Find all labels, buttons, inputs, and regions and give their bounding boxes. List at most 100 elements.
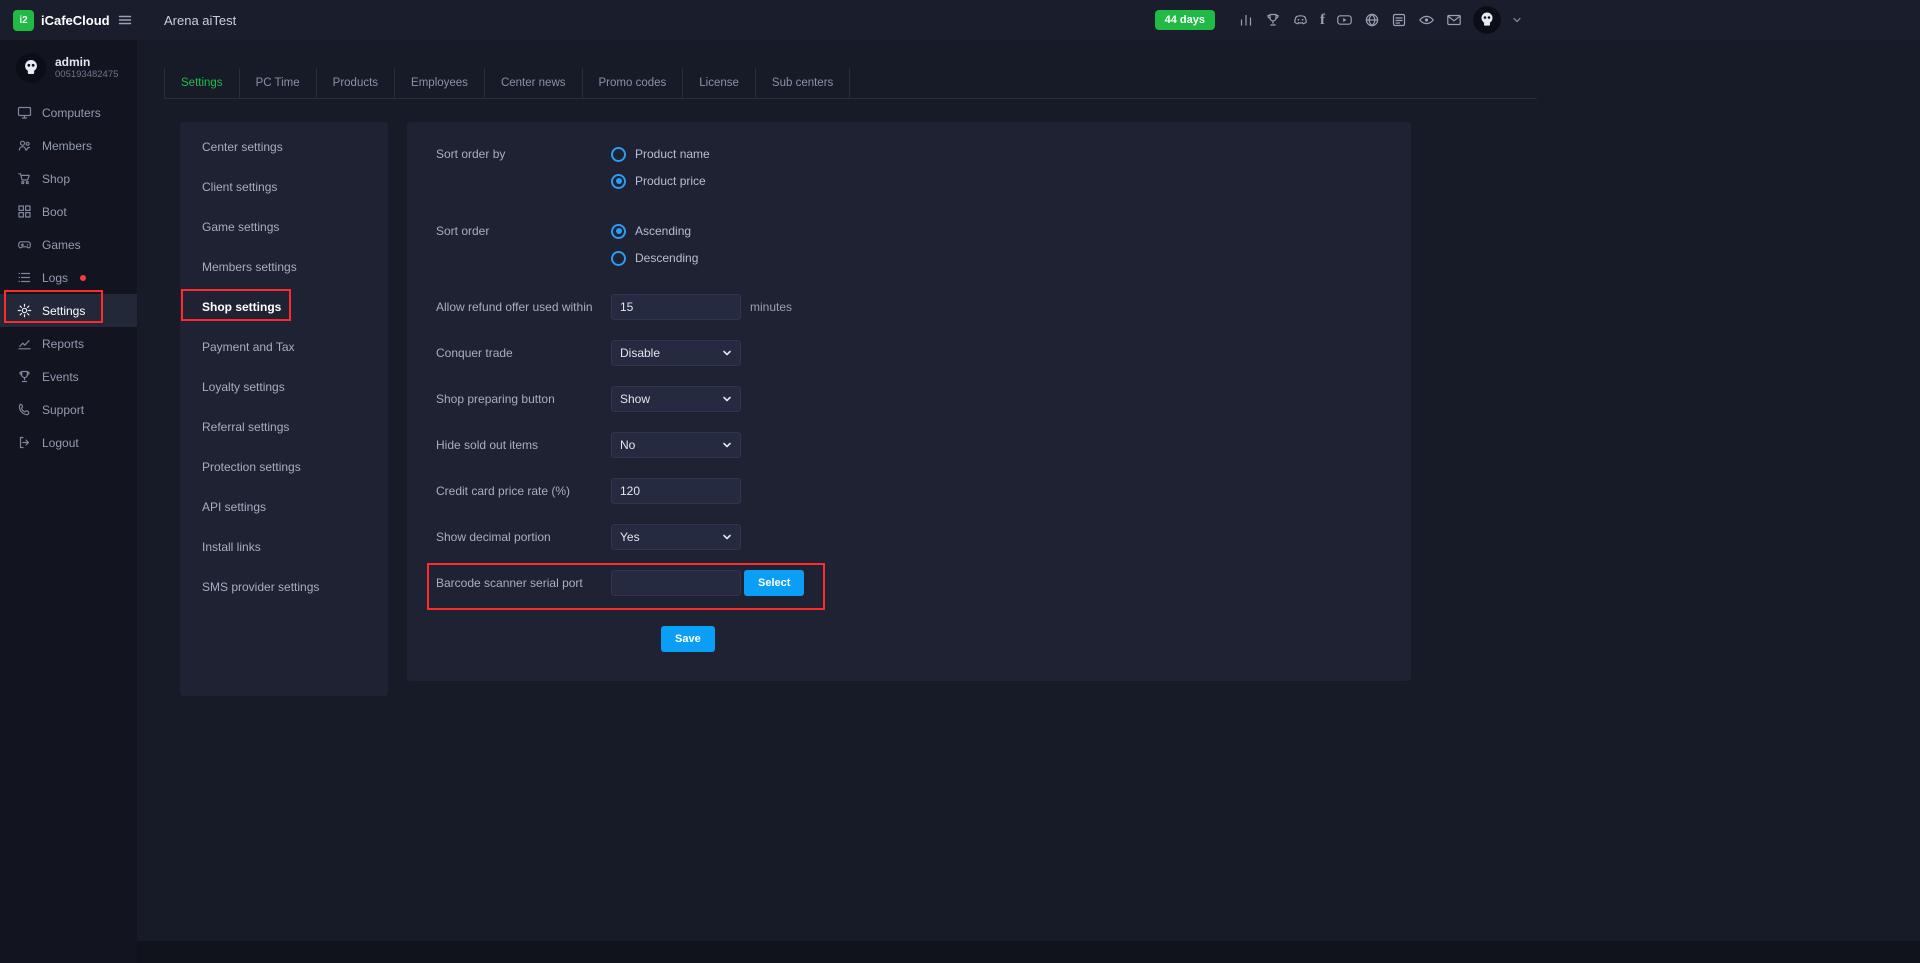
stats-icon[interactable] [1238, 12, 1254, 28]
user-avatar[interactable] [1473, 6, 1501, 34]
nav-protection-settings[interactable]: Protection settings [180, 447, 388, 487]
billing-icon[interactable] [1391, 12, 1407, 28]
sidebar-item-events[interactable]: Events [0, 360, 137, 393]
sidebar-item-label: Logs [42, 271, 68, 285]
gamepad-icon [17, 237, 32, 252]
sort-order-by-row: Sort order by Product name Product price [436, 146, 1411, 189]
license-days-badge[interactable]: 44 days [1155, 10, 1215, 30]
save-button[interactable]: Save [661, 626, 715, 652]
save-row: Save [661, 626, 1411, 652]
sidebar-item-support[interactable]: Support [0, 393, 137, 426]
radio-checked-icon [611, 174, 626, 189]
refund-minutes-input[interactable] [611, 294, 741, 320]
sidebar-item-label: Shop [42, 172, 70, 186]
conquer-trade-select[interactable]: Disable [611, 340, 741, 366]
sidebar-item-label: Settings [42, 304, 85, 318]
chevron-down-icon[interactable] [1512, 15, 1522, 25]
user-block[interactable]: admin 005193482475 [0, 40, 137, 96]
discord-icon[interactable] [1292, 12, 1309, 28]
radio-product-price[interactable]: Product price [611, 173, 710, 189]
mail-icon[interactable] [1446, 12, 1462, 28]
radio-ascending[interactable]: Ascending [611, 223, 698, 239]
radio-checked-icon [611, 224, 626, 239]
tab-products[interactable]: Products [317, 68, 395, 98]
nav-sms-provider-settings[interactable]: SMS provider settings [180, 567, 388, 607]
nav-payment-and-tax[interactable]: Payment and Tax [180, 327, 388, 367]
nav-center-settings[interactable]: Center settings [180, 127, 388, 167]
select-value: Show [620, 392, 650, 406]
user-name: admin [55, 55, 118, 69]
shop-preparing-select[interactable]: Show [611, 386, 741, 412]
nav-api-settings[interactable]: API settings [180, 487, 388, 527]
trophy-icon[interactable] [1265, 12, 1281, 28]
nav-game-settings[interactable]: Game settings [180, 207, 388, 247]
tab-promo-codes[interactable]: Promo codes [583, 68, 684, 98]
tab-pc-time[interactable]: PC Time [240, 68, 317, 98]
sort-order-row: Sort order Ascending Descending [436, 223, 1411, 266]
preview-icon[interactable] [1418, 12, 1435, 28]
center-title: Arena aiTest [164, 13, 236, 28]
show-decimal-select[interactable]: Yes [611, 524, 741, 550]
bottom-strip [0, 941, 1920, 963]
field-label: Credit card price rate (%) [436, 483, 611, 499]
hide-sold-out-select[interactable]: No [611, 432, 741, 458]
tab-sub-centers[interactable]: Sub centers [756, 68, 850, 98]
tab-license[interactable]: License [683, 68, 756, 98]
boot-icon [17, 204, 32, 219]
field-label: Show decimal portion [436, 529, 611, 545]
chart-icon [17, 336, 32, 351]
sidebar-item-boot[interactable]: Boot [0, 195, 137, 228]
sidebar-item-computers[interactable]: Computers [0, 96, 137, 129]
sidebar-item-reports[interactable]: Reports [0, 327, 137, 360]
facebook-icon[interactable]: f [1320, 13, 1325, 28]
nav-members-settings[interactable]: Members settings [180, 247, 388, 287]
barcode-port-row: Barcode scanner serial port Select [436, 570, 1411, 596]
sidebar-item-shop[interactable]: Shop [0, 162, 137, 195]
chevron-down-icon [722, 532, 732, 542]
nav-referral-settings[interactable]: Referral settings [180, 407, 388, 447]
menu-toggle-icon[interactable] [117, 12, 133, 28]
radio-icon [611, 147, 626, 162]
sidebar-item-logout[interactable]: Logout [0, 426, 137, 459]
tab-center-news[interactable]: Center news [485, 68, 583, 98]
select-port-button[interactable]: Select [744, 570, 804, 596]
nav-client-settings[interactable]: Client settings [180, 167, 388, 207]
sidebar-item-settings[interactable]: Settings [0, 294, 137, 327]
logout-icon [17, 435, 32, 450]
credit-card-rate-row: Credit card price rate (%) [436, 478, 1411, 504]
brand-name: iCafeCloud [41, 13, 110, 28]
hide-sold-out-row: Hide sold out items No [436, 432, 1411, 458]
radio-label: Product price [635, 174, 706, 188]
gear-icon [17, 303, 32, 318]
chevron-down-icon [722, 440, 732, 450]
select-value: Disable [620, 346, 660, 360]
chevron-down-icon [722, 394, 732, 404]
field-label: Sort order by [436, 146, 611, 162]
select-value: Yes [620, 530, 640, 544]
tab-employees[interactable]: Employees [395, 68, 485, 98]
sidebar-item-logs[interactable]: Logs [0, 261, 137, 294]
credit-card-rate-input[interactable] [611, 478, 741, 504]
refund-within-row: Allow refund offer used within minutes [436, 294, 1411, 320]
computers-icon [17, 105, 32, 120]
youtube-icon[interactable] [1336, 12, 1353, 28]
nav-install-links[interactable]: Install links [180, 527, 388, 567]
medal-icon [17, 369, 32, 384]
sidebar-item-label: Games [42, 238, 81, 252]
sidebar-item-games[interactable]: Games [0, 228, 137, 261]
barcode-port-input[interactable] [611, 570, 741, 596]
sidebar-item-members[interactable]: Members [0, 129, 137, 162]
radio-product-name[interactable]: Product name [611, 146, 710, 162]
tab-settings[interactable]: Settings [164, 68, 240, 98]
field-label: Conquer trade [436, 345, 611, 361]
tab-bar: Settings PC Time Products Employees Cent… [164, 68, 1537, 99]
sidebar-item-label: Computers [42, 106, 101, 120]
shop-preparing-row: Shop preparing button Show [436, 386, 1411, 412]
members-icon [17, 138, 32, 153]
main-content: Settings PC Time Products Employees Cent… [137, 40, 1920, 963]
sidebar-item-label: Support [42, 403, 84, 417]
nav-shop-settings[interactable]: Shop settings [180, 287, 388, 327]
radio-descending[interactable]: Descending [611, 250, 698, 266]
globe-icon[interactable] [1364, 12, 1380, 28]
nav-loyalty-settings[interactable]: Loyalty settings [180, 367, 388, 407]
